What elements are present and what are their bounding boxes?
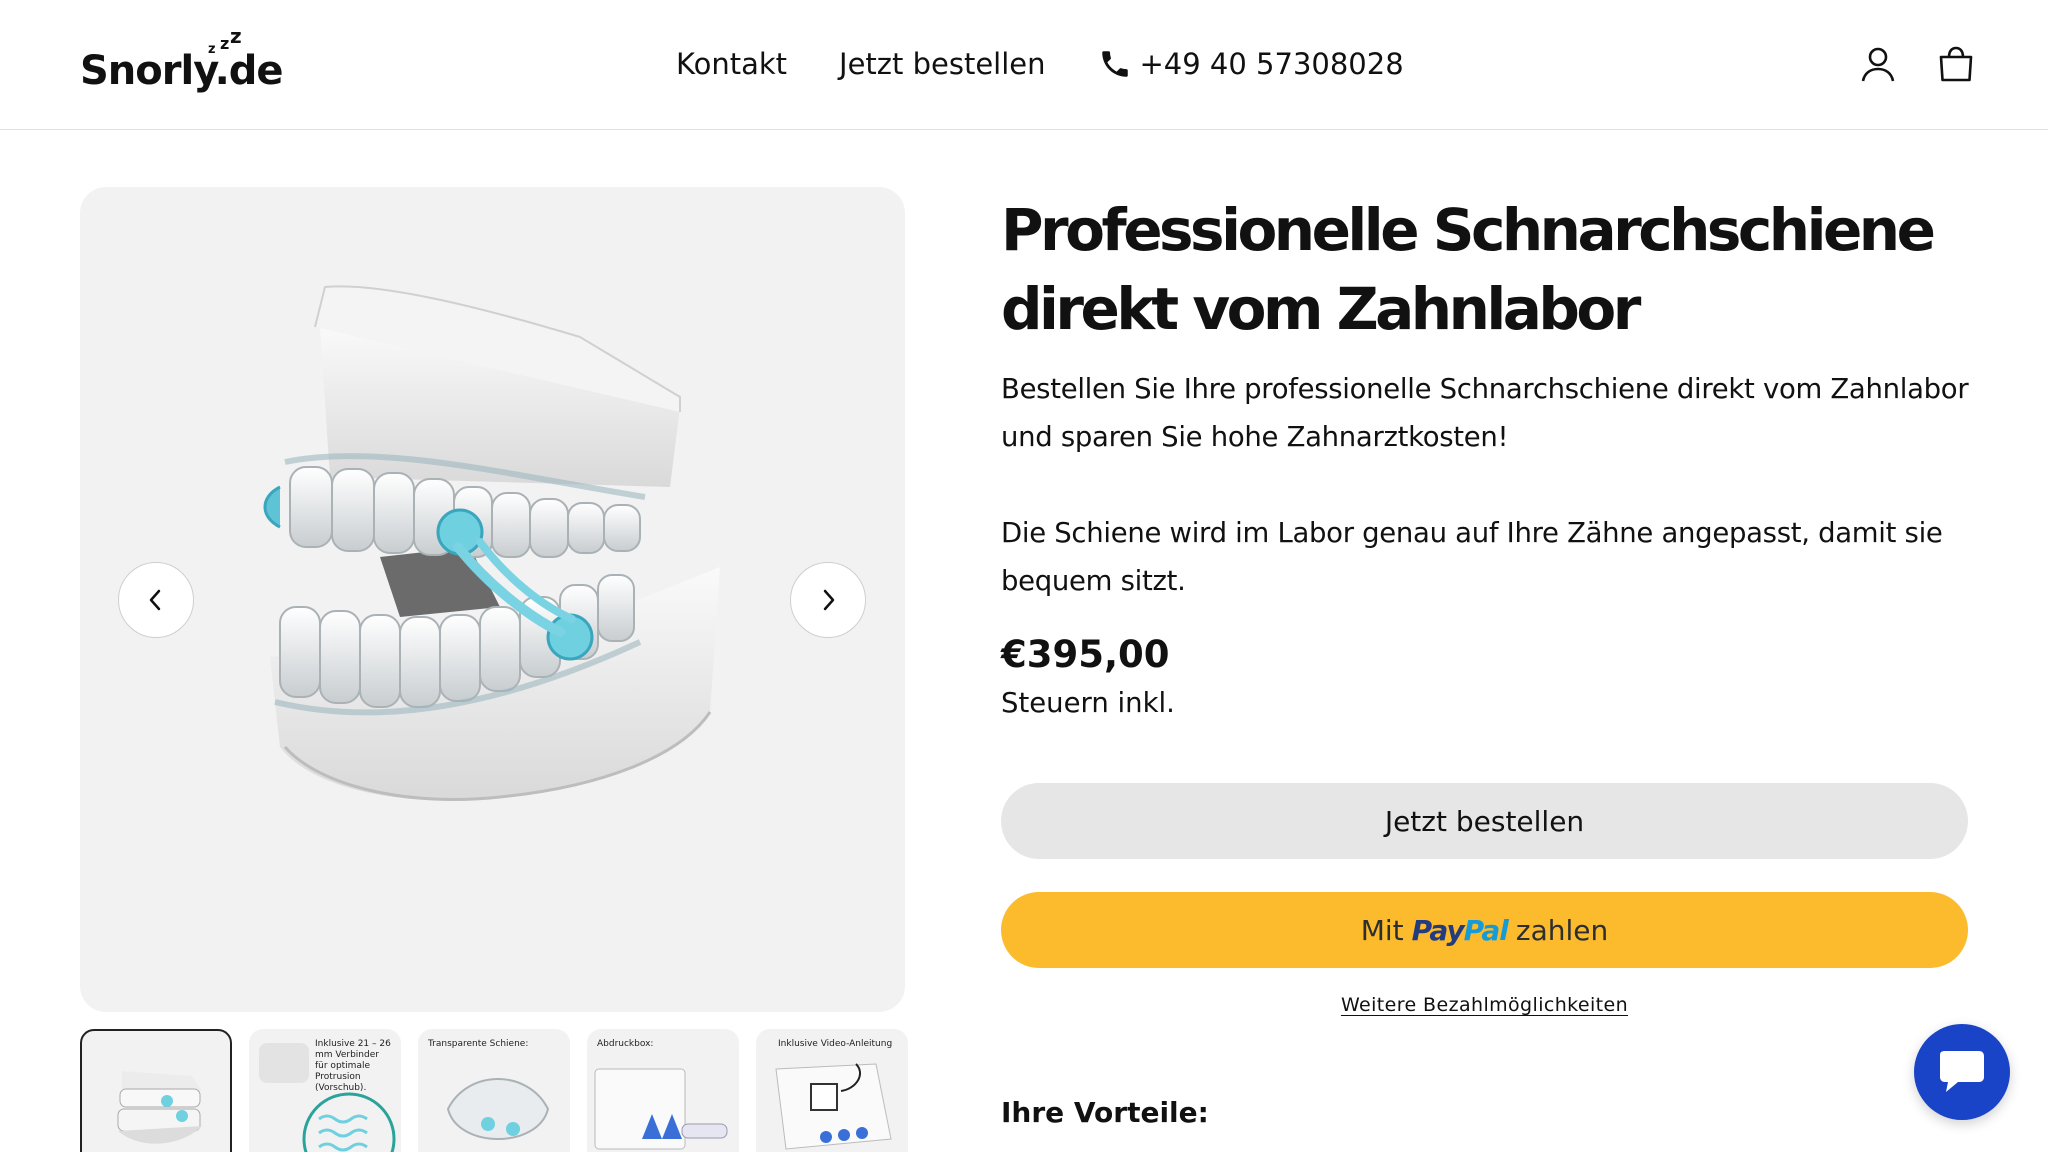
shopping-bag-icon[interactable] xyxy=(1936,44,1976,84)
product-description-1: Bestellen Sie Ihre professionelle Schnar… xyxy=(1001,373,1969,453)
paypal-suffix: zahlen xyxy=(1515,913,1609,947)
main-nav: Kontakt Jetzt bestellen +49 40 57308028 xyxy=(676,40,1404,88)
nav-kontakt[interactable]: Kontakt xyxy=(676,40,787,88)
product-image-mouthguard[interactable] xyxy=(80,187,905,1012)
paypal-prefix: Mit xyxy=(1360,913,1404,947)
logo-z-tiny: z xyxy=(208,42,216,57)
more-payment-link[interactable]: Weitere Bezahlmöglichkeiten xyxy=(1341,994,1628,1016)
gallery-prev-button[interactable] xyxy=(118,562,194,638)
paypal-logo-pal: Pal xyxy=(1463,913,1509,947)
thumbnail-image xyxy=(117,1071,202,1144)
product-description-2: Die Schiene wird im Labor genau auf Ihre… xyxy=(1001,517,1943,597)
gallery-next-button[interactable] xyxy=(790,562,866,638)
thumbnail-3[interactable]: Transparente Schiene: xyxy=(418,1029,570,1152)
more-payment-options: Weitere Bezahlmöglichkeiten xyxy=(1001,994,1968,1016)
thumbnail-image xyxy=(446,1078,550,1140)
thumbnail-image xyxy=(775,1063,892,1150)
product-title: Professionelle Schnarchschiene direkt vo… xyxy=(1001,196,1936,343)
thumbnail-strip: Inklusive 21 – 26 mm Verbinder für optim… xyxy=(80,1029,908,1152)
thumbnail-4[interactable]: Abdruckbox: xyxy=(587,1029,739,1152)
nav-phone[interactable]: +49 40 57308028 xyxy=(1098,40,1404,88)
chevron-left-icon xyxy=(149,589,161,611)
logo-text: Snorly.de xyxy=(80,48,284,94)
snorly-logo[interactable]: Snorly.de z z z xyxy=(80,24,284,96)
phone-icon xyxy=(1101,51,1128,77)
chat-button[interactable] xyxy=(1914,1024,2010,1120)
product-gallery xyxy=(80,187,905,1012)
phone-number: +49 40 57308028 xyxy=(1139,47,1404,81)
thumbnail-2[interactable]: Inklusive 21 – 26 mm Verbinder für optim… xyxy=(249,1029,401,1152)
benefits-heading: Ihre Vorteile: xyxy=(1001,1096,1209,1129)
order-button[interactable]: Jetzt bestellen xyxy=(1001,783,1968,859)
site-header: Snorly.de z z z Kontakt Jetzt bestellen … xyxy=(0,0,2048,130)
chat-icon xyxy=(1940,1051,1984,1092)
product-price: €395,00 xyxy=(1001,633,1170,676)
user-icon[interactable] xyxy=(1858,44,1898,84)
chevron-right-icon xyxy=(823,589,835,611)
logo-z-small: z xyxy=(220,34,230,53)
paypal-button[interactable]: Mit PayPal zahlen xyxy=(1001,892,1968,968)
nav-jetzt-bestellen[interactable]: Jetzt bestellen xyxy=(839,40,1045,88)
thumbnail-5[interactable]: Inklusive Video-Anleitung xyxy=(756,1029,908,1152)
paypal-logo: PayPal xyxy=(1411,913,1509,947)
thumbnail-1[interactable] xyxy=(80,1029,232,1152)
tax-note: Steuern inkl. xyxy=(1001,687,1175,719)
thumbnail-image xyxy=(594,1068,728,1150)
thumbnail-image xyxy=(259,1043,396,1152)
logo-z-large: z xyxy=(230,24,242,48)
paypal-logo-pay: Pay xyxy=(1411,913,1465,947)
